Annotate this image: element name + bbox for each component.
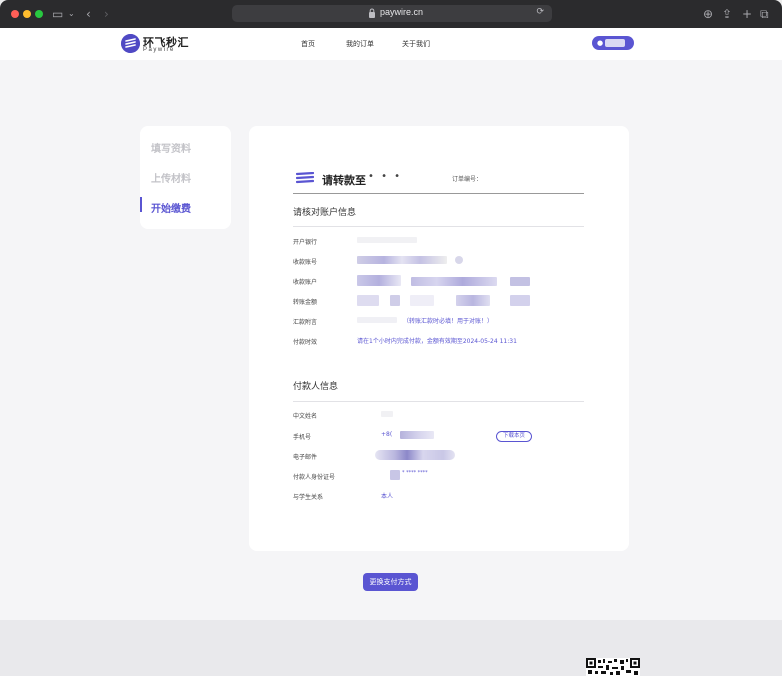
browser-toolbar: ▭ ⌄ ‹ › paywire.cn ⟳ ⊕ ⇪ + ⧉	[0, 0, 782, 28]
email-label: 电子邮件	[293, 454, 318, 461]
maximize-window-button[interactable]	[35, 10, 43, 18]
order-number-label: 订单编号：	[452, 176, 483, 183]
step-fill-info[interactable]: 填写资料	[151, 140, 191, 155]
payer-id-masked: * **** ****	[402, 470, 428, 476]
email-redacted	[375, 450, 455, 460]
transfer-amount-label: 转账金额	[293, 299, 318, 306]
step-start-payment[interactable]: 开始缴费	[151, 200, 191, 215]
chinese-name-label: 中文姓名	[293, 413, 318, 420]
title-divider	[293, 193, 584, 194]
url-text: paywire.cn	[380, 7, 424, 17]
account-number-redacted	[357, 256, 447, 264]
transfer-title-masked: • • •	[368, 171, 403, 182]
active-step-indicator	[140, 197, 142, 212]
reload-icon[interactable]: ⟳	[536, 7, 544, 17]
tab-overview-icon[interactable]: ⧉	[760, 6, 769, 22]
sidebar-toggle-icon[interactable]: ▭	[52, 6, 63, 22]
user-icon: ●	[597, 39, 604, 47]
phone-prefix: +8(	[381, 431, 393, 438]
relation-value: 本人	[381, 493, 394, 500]
step-sidebar: 填写资料 上传材料 开始缴费	[140, 126, 231, 229]
remittance-note-label: 汇款附言	[293, 319, 318, 326]
nav-my-orders[interactable]: 我的订单	[346, 39, 374, 49]
account-number-label: 收款账号	[293, 259, 318, 266]
account-name-redacted	[357, 275, 401, 286]
amount-redacted	[357, 295, 379, 306]
payment-deadline-label: 付款时效	[293, 339, 318, 346]
payer-id-label: 付款人身份证号	[293, 474, 336, 481]
address-bar[interactable]: paywire.cn ⟳	[232, 5, 552, 22]
account-section-title: 请核对账户信息	[293, 208, 357, 218]
nav-home[interactable]: 首页	[301, 39, 315, 49]
nav-about-us[interactable]: 关于我们	[402, 39, 430, 49]
bank-label: 开户银行	[293, 239, 318, 246]
new-tab-icon[interactable]: +	[742, 6, 752, 22]
change-payment-method-button[interactable]: 更换支付方式	[363, 573, 418, 591]
payer-section-divider	[293, 401, 584, 402]
back-icon[interactable]: ‹	[86, 6, 91, 22]
account-name-label: 收款账户	[293, 279, 318, 286]
page-footer	[0, 620, 782, 676]
remittance-note-hint: （转账汇款时必填！用于对账！）	[403, 318, 494, 325]
close-window-button[interactable]	[11, 10, 19, 18]
forward-icon[interactable]: ›	[104, 6, 109, 22]
user-name-redacted	[605, 39, 625, 47]
payer-section-title: 付款人信息	[293, 382, 339, 392]
bank-value-redacted	[357, 237, 417, 243]
transfer-stripes-icon	[296, 172, 314, 184]
user-menu-button[interactable]: ●	[592, 36, 634, 50]
minimize-window-button[interactable]	[23, 10, 31, 18]
site-header: 环飞秒汇 Paywire 首页 我的订单 关于我们 ●	[0, 28, 782, 60]
chinese-name-redacted	[381, 411, 393, 417]
download-page-button[interactable]: 下载本页	[496, 431, 532, 442]
paywire-logo-icon[interactable]	[121, 34, 140, 53]
chevron-down-icon[interactable]: ⌄	[68, 6, 75, 22]
remittance-note-redacted	[357, 317, 397, 323]
step-upload-materials[interactable]: 上传材料	[151, 170, 191, 185]
section-divider	[293, 226, 584, 227]
phone-label: 手机号	[293, 434, 312, 441]
transfer-title: 请转款至	[322, 174, 366, 187]
relation-label: 与学生关系	[293, 494, 324, 501]
payment-deadline-value: 请在1个小时内完成付款，金额有效期至2024-05-24 11:31	[357, 338, 517, 345]
share-icon[interactable]: ⇪	[722, 6, 732, 22]
lock-icon	[369, 8, 375, 18]
phone-redacted	[400, 431, 434, 439]
logo-text-en: Paywire	[143, 47, 175, 53]
download-icon[interactable]: ⊕	[703, 6, 713, 22]
qr-code-icon	[586, 658, 640, 676]
